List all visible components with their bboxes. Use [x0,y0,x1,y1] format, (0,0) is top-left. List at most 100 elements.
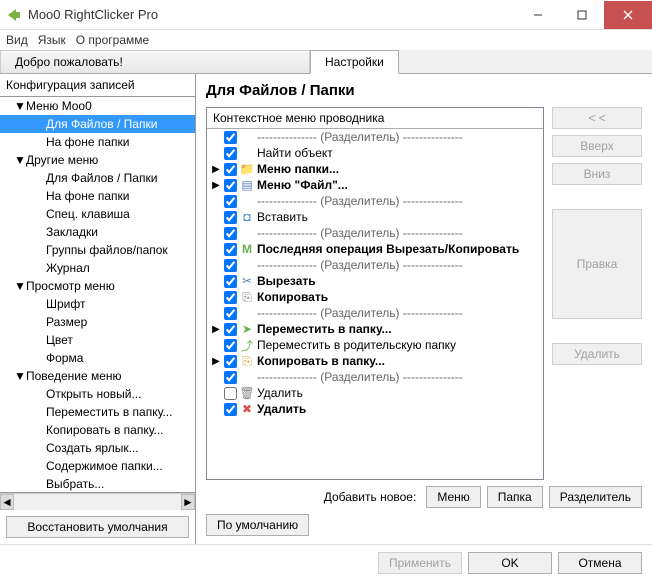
maximize-button[interactable] [560,1,604,29]
tree-item[interactable]: Для Файлов / Папки [0,169,195,187]
row-checkbox[interactable] [224,147,237,160]
expand-arrow-icon[interactable]: ▶ [211,356,221,367]
config-tree[interactable]: ▼Меню Moo0Для Файлов / ПапкиНа фоне папк… [0,97,195,493]
row-checkbox[interactable] [224,403,237,416]
tree-item[interactable]: Цвет [0,331,195,349]
tree-item[interactable]: Размер [0,313,195,331]
hscroll-left-arrow[interactable]: ◄ [0,494,14,510]
tree-item[interactable]: На фоне папки [0,187,195,205]
menu-language[interactable]: Язык [38,33,66,47]
row-checkbox[interactable] [224,371,237,384]
row-checkbox[interactable] [224,179,237,192]
list-row[interactable]: --------------- (Разделитель) ----------… [207,193,543,209]
hscroll-track[interactable] [14,494,181,510]
tree-item[interactable]: ▼Другие меню [0,151,195,169]
context-menu-list[interactable]: --------------- (Разделитель) ----------… [207,129,543,479]
move-up-button[interactable]: Вверх [552,135,642,157]
row-checkbox[interactable] [224,163,237,176]
row-checkbox[interactable] [224,195,237,208]
list-row[interactable]: ✖Удалить [207,401,543,417]
row-label: --------------- (Разделитель) ----------… [257,226,463,240]
list-row[interactable]: ✂Вырезать [207,273,543,289]
tree-item[interactable]: Выбрать... [0,475,195,493]
list-row[interactable]: 🗑Удалить [207,385,543,401]
row-checkbox[interactable] [224,339,237,352]
copyto-icon: ⎘ [240,354,254,368]
tab-welcome[interactable]: Добро пожаловать! [0,50,310,73]
tree-item[interactable]: Группы файлов/папок [0,241,195,259]
tree-item[interactable]: Содержимое папки... [0,457,195,475]
list-row[interactable]: --------------- (Разделитель) ----------… [207,257,543,273]
row-label: Вырезать [257,274,316,288]
add-separator-button[interactable]: Разделитель [549,486,642,508]
tree-expand-arrow-icon[interactable]: ▼ [14,99,24,113]
list-row[interactable]: ▶▤Меню "Файл"... [207,177,543,193]
expand-arrow-icon[interactable]: ▶ [211,180,221,191]
tree-item[interactable]: ▼Просмотр меню [0,277,195,295]
edit-button[interactable]: Правка [552,209,642,319]
restore-defaults-button[interactable]: Восстановить умолчания [6,516,189,538]
hscroll-right-arrow[interactable]: ► [181,494,195,510]
menu-about[interactable]: О программе [76,33,149,47]
collapse-button[interactable]: < < [552,107,642,129]
expand-arrow-icon[interactable]: ▶ [211,324,221,335]
tree-item[interactable]: Журнал [0,259,195,277]
list-row[interactable]: --------------- (Разделитель) ----------… [207,225,543,241]
tree-item[interactable]: Закладки [0,223,195,241]
row-checkbox[interactable] [224,291,237,304]
tree-item[interactable]: На фоне папки [0,133,195,151]
list-row[interactable]: ▶📁Меню папки... [207,161,543,177]
row-checkbox[interactable] [224,355,237,368]
delete-button[interactable]: Удалить [552,343,642,365]
cancel-button[interactable]: Отмена [558,552,642,574]
move-up-label: Вверх [580,139,613,153]
row-checkbox[interactable] [224,387,237,400]
row-checkbox[interactable] [224,259,237,272]
tree-item[interactable]: Для Файлов / Папки [0,115,195,133]
move-down-button[interactable]: Вниз [552,163,642,185]
row-checkbox[interactable] [224,227,237,240]
apply-button[interactable]: Применить [378,552,462,574]
list-row[interactable]: ⤴Переместить в родительскую папку [207,337,543,353]
tree-item[interactable]: Создать ярлык... [0,439,195,457]
ok-button[interactable]: OK [468,552,552,574]
tree-item[interactable]: Переместить в папку... [0,403,195,421]
close-button[interactable] [604,1,652,29]
list-row[interactable]: ◘Вставить [207,209,543,225]
menu-view[interactable]: Вид [6,33,28,47]
context-menu-list-wrap: Контекстное меню проводника ------------… [206,107,544,480]
list-row[interactable]: --------------- (Разделитель) ----------… [207,369,543,385]
row-checkbox[interactable] [224,275,237,288]
list-row[interactable]: MПоследняя операция Вырезать/Копировать [207,241,543,257]
tree-hscroll[interactable]: ◄ ► [0,493,195,510]
list-row[interactable]: ▶⎘Копировать в папку... [207,353,543,369]
row-checkbox[interactable] [224,323,237,336]
tree-item[interactable]: Открыть новый... [0,385,195,403]
list-row[interactable]: ⎘Копировать [207,289,543,305]
row-checkbox[interactable] [224,243,237,256]
list-row[interactable]: --------------- (Разделитель) ----------… [207,129,543,145]
tree-item[interactable]: Шрифт [0,295,195,313]
tree-item[interactable]: ▼Меню Moo0 [0,97,195,115]
tree-item[interactable]: Спец. клавиша [0,205,195,223]
tree-expand-arrow-icon[interactable]: ▼ [14,369,24,383]
tab-settings[interactable]: Настройки [310,50,399,74]
apply-label: Применить [389,556,451,570]
row-checkbox[interactable] [224,131,237,144]
tree-item[interactable]: Форма [0,349,195,367]
list-row[interactable]: ▶➤Переместить в папку... [207,321,543,337]
tree-item[interactable]: ▼Поведение меню [0,367,195,385]
add-folder-button[interactable]: Папка [487,486,543,508]
expand-arrow-icon[interactable]: ▶ [211,164,221,175]
blank-icon [240,258,254,272]
tree-expand-arrow-icon[interactable]: ▼ [14,279,24,293]
list-row[interactable]: --------------- (Разделитель) ----------… [207,305,543,321]
add-menu-button[interactable]: Меню [426,486,480,508]
tree-item[interactable]: Копировать в папку... [0,421,195,439]
list-row[interactable]: Найти объект [207,145,543,161]
row-checkbox[interactable] [224,307,237,320]
tree-expand-arrow-icon[interactable]: ▼ [14,153,24,167]
defaults-button[interactable]: По умолчанию [206,514,309,536]
minimize-button[interactable] [516,1,560,29]
row-checkbox[interactable] [224,211,237,224]
